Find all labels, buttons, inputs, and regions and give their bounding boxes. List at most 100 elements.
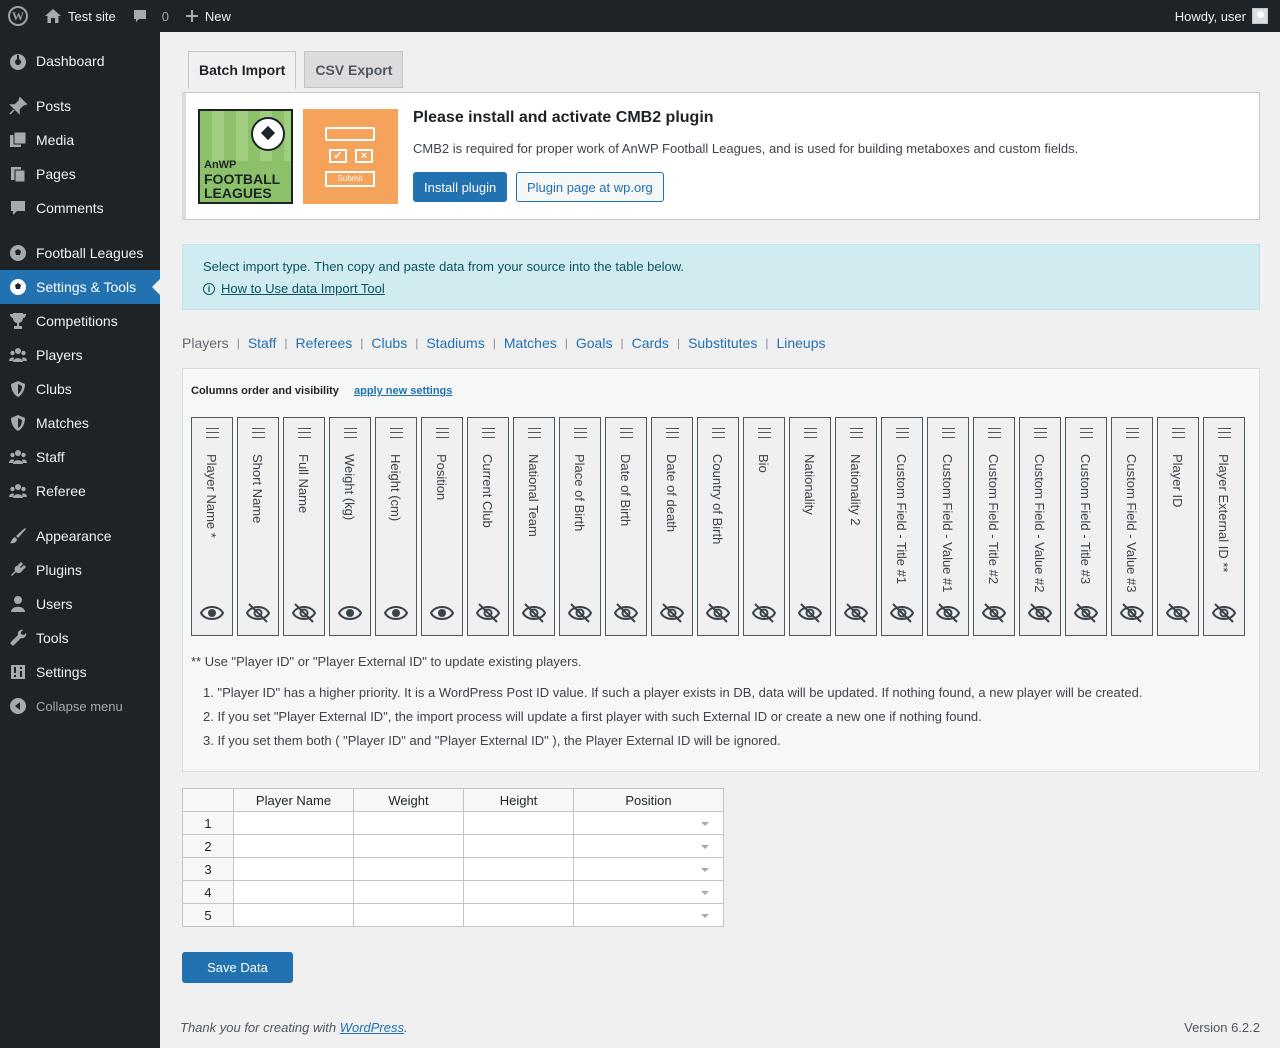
column-card[interactable]: Height (cm) — [375, 417, 417, 636]
column-card[interactable]: Custom Field - Value #3 — [1111, 417, 1153, 636]
drag-handle-icon[interactable] — [1218, 428, 1231, 438]
sidebar-item-referee[interactable]: Referee — [0, 474, 160, 508]
drag-handle-icon[interactable] — [528, 428, 541, 438]
cell-position-dropdown[interactable] — [573, 834, 724, 858]
sidebar-item-football-leagues[interactable]: Football Leagues — [0, 236, 160, 270]
tab-batch-import[interactable]: Batch Import — [188, 51, 297, 89]
eye-off-icon[interactable] — [475, 601, 501, 625]
column-card[interactable]: Nationality — [789, 417, 831, 636]
eye-off-icon[interactable] — [889, 601, 915, 625]
column-card[interactable]: Custom Field - Value #2 — [1019, 417, 1061, 636]
cell-player-name[interactable] — [233, 857, 354, 881]
column-card[interactable]: Player ID — [1157, 417, 1199, 636]
import-type-lineups[interactable]: Lineups — [776, 335, 825, 351]
column-card[interactable]: Short Name — [237, 417, 279, 636]
column-card[interactable]: Player Name * — [191, 417, 233, 636]
install-plugin-button[interactable]: Install plugin — [413, 172, 508, 202]
column-card[interactable]: Custom Field - Value #1 — [927, 417, 969, 636]
cell-player-name[interactable] — [233, 811, 354, 835]
drag-handle-icon[interactable] — [206, 428, 219, 438]
column-card[interactable]: Custom Field - Title #3 — [1065, 417, 1107, 636]
column-card[interactable]: Bio — [743, 417, 785, 636]
how-to-link[interactable]: How to Use data Import Tool — [221, 281, 385, 296]
cell-height[interactable] — [463, 880, 574, 904]
sidebar-item-tools[interactable]: Tools — [0, 621, 160, 655]
drag-handle-icon[interactable] — [666, 428, 679, 438]
eye-off-icon[interactable] — [705, 601, 731, 625]
sidebar-item-users[interactable]: Users — [0, 587, 160, 621]
column-card[interactable]: Full Name — [283, 417, 325, 636]
sidebar-item-clubs[interactable]: Clubs — [0, 372, 160, 406]
eye-off-icon[interactable] — [797, 601, 823, 625]
drag-handle-icon[interactable] — [988, 428, 1001, 438]
eye-off-icon[interactable] — [1165, 601, 1191, 625]
column-card[interactable]: Custom Field - Title #2 — [973, 417, 1015, 636]
import-type-stadiums[interactable]: Stadiums — [426, 335, 484, 351]
eye-icon[interactable] — [383, 601, 409, 625]
comments-link[interactable]: 0 — [124, 0, 177, 32]
column-card[interactable]: Place of Birth — [559, 417, 601, 636]
cell-weight[interactable] — [353, 834, 464, 858]
drag-handle-icon[interactable] — [482, 428, 495, 438]
wordpress-logo-icon[interactable]: W — [0, 0, 36, 32]
import-type-players[interactable]: Players — [182, 335, 229, 351]
eye-off-icon[interactable] — [935, 601, 961, 625]
eye-off-icon[interactable] — [613, 601, 639, 625]
my-account[interactable]: Howdy, user — [1175, 8, 1280, 24]
eye-off-icon[interactable] — [1119, 601, 1145, 625]
cell-height[interactable] — [463, 811, 574, 835]
eye-icon[interactable] — [429, 601, 455, 625]
cell-position-dropdown[interactable] — [573, 811, 724, 835]
column-card[interactable]: Current Club — [467, 417, 509, 636]
cell-player-name[interactable] — [233, 834, 354, 858]
drag-handle-icon[interactable] — [1126, 428, 1139, 438]
eye-off-icon[interactable] — [1211, 601, 1237, 625]
eye-off-icon[interactable] — [843, 601, 869, 625]
collapse-menu-button[interactable]: Collapse menu — [0, 689, 160, 723]
sidebar-item-staff[interactable]: Staff — [0, 440, 160, 474]
eye-icon[interactable] — [337, 601, 363, 625]
drag-handle-icon[interactable] — [1034, 428, 1047, 438]
eye-off-icon[interactable] — [521, 601, 547, 625]
drag-handle-icon[interactable] — [390, 428, 403, 438]
drag-handle-icon[interactable] — [344, 428, 357, 438]
import-type-goals[interactable]: Goals — [576, 335, 613, 351]
import-type-staff[interactable]: Staff — [248, 335, 277, 351]
tab-csv-export[interactable]: CSV Export — [304, 51, 404, 88]
cell-weight[interactable] — [353, 857, 464, 881]
import-type-clubs[interactable]: Clubs — [371, 335, 407, 351]
apply-settings-link[interactable]: apply new settings — [354, 385, 452, 397]
column-card[interactable]: Date of Birth — [605, 417, 647, 636]
cell-height[interactable] — [463, 857, 574, 881]
column-header[interactable]: Player Name — [233, 788, 354, 812]
sidebar-item-appearance[interactable]: Appearance — [0, 519, 160, 553]
cell-height[interactable] — [463, 903, 574, 927]
plugin-page-button[interactable]: Plugin page at wp.org — [516, 172, 664, 202]
cell-player-name[interactable] — [233, 903, 354, 927]
drag-handle-icon[interactable] — [620, 428, 633, 438]
drag-handle-icon[interactable] — [252, 428, 265, 438]
sidebar-item-players[interactable]: Players — [0, 338, 160, 372]
cell-player-name[interactable] — [233, 880, 354, 904]
import-type-referees[interactable]: Referees — [295, 335, 352, 351]
drag-handle-icon[interactable] — [574, 428, 587, 438]
drag-handle-icon[interactable] — [1172, 428, 1185, 438]
column-header[interactable]: Position — [573, 788, 724, 812]
eye-off-icon[interactable] — [291, 601, 317, 625]
sidebar-item-posts[interactable]: Posts — [0, 89, 160, 123]
eye-off-icon[interactable] — [1073, 601, 1099, 625]
eye-off-icon[interactable] — [567, 601, 593, 625]
drag-handle-icon[interactable] — [850, 428, 863, 438]
eye-off-icon[interactable] — [245, 601, 271, 625]
eye-icon[interactable] — [199, 601, 225, 625]
drag-handle-icon[interactable] — [436, 428, 449, 438]
wordpress-link[interactable]: WordPress — [340, 1020, 404, 1035]
sidebar-item-pages[interactable]: Pages — [0, 157, 160, 191]
sidebar-item-competitions[interactable]: Competitions — [0, 304, 160, 338]
drag-handle-icon[interactable] — [298, 428, 311, 438]
sidebar-item-plugins[interactable]: Plugins — [0, 553, 160, 587]
cell-position-dropdown[interactable] — [573, 903, 724, 927]
column-card[interactable]: National Team — [513, 417, 555, 636]
import-type-substitutes[interactable]: Substitutes — [688, 335, 757, 351]
sidebar-item-settings[interactable]: Settings — [0, 655, 160, 689]
